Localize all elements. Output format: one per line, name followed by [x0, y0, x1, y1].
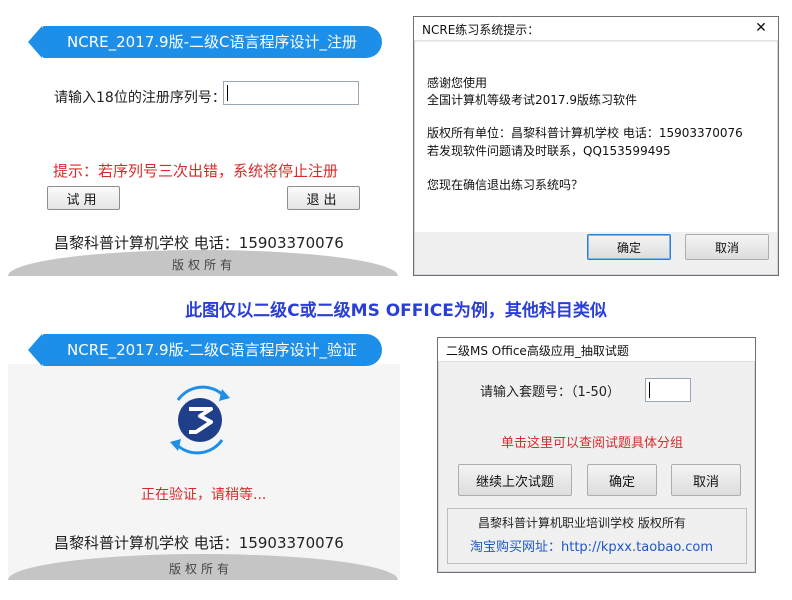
office-dialog-title: 二级MS Office高级应用_抽取试题 — [446, 344, 629, 358]
verify-panel: NCRE_2017.9版-二级C语言程序设计_验证 正在验证，请稍等... 昌黎… — [0, 320, 400, 600]
verify-title-ribbon: NCRE_2017.9版-二级C语言程序设计_验证 — [28, 334, 382, 366]
register-title: NCRE_2017.9版-二级C语言程序设计_注册 — [67, 33, 357, 51]
set-number-caret — [649, 382, 650, 398]
exit-button[interactable]: 退出 — [287, 186, 360, 210]
verify-logo-icon — [170, 385, 230, 455]
trial-button[interactable]: 试用 — [47, 186, 120, 210]
verify-title: NCRE_2017.9版-二级C语言程序设计_验证 — [67, 341, 357, 359]
serial-prompt-label: 请输入18位的注册序列号： — [54, 90, 226, 106]
exit-dialog-line: 您现在确信退出练习系统吗？ — [427, 178, 584, 192]
continue-last-button[interactable]: 继续上次试题 — [458, 464, 572, 496]
office-dialog-titlebar: 二级MS Office高级应用_抽取试题 — [438, 338, 755, 362]
exit-dialog-title: NCRE练习系统提示： — [422, 23, 540, 37]
register-title-ribbon: NCRE_2017.9版-二级C语言程序设计_注册 — [28, 26, 382, 58]
exit-dialog-ok-button[interactable]: 确定 — [587, 234, 671, 260]
verify-rights: 版权所有 — [169, 562, 234, 576]
exit-dialog-line: 版权所有单位：昌黎科普计算机学校 电话：15903370076 — [427, 126, 743, 140]
register-warning: 提示：若序列号三次出错，系统将停止注册 — [53, 162, 339, 180]
exit-dialog-cancel-button[interactable]: 取消 — [685, 234, 769, 260]
serial-input[interactable] — [223, 81, 359, 105]
verify-footer-contact: 昌黎科普计算机学校 电话：15903370076 — [54, 534, 344, 552]
office-cancel-button[interactable]: 取消 — [671, 464, 741, 496]
set-number-prompt: 请输入套题号：（1-50） — [480, 385, 621, 400]
register-panel: NCRE_2017.9版-二级C语言程序设计_注册 请输入18位的注册序列号： … — [0, 0, 400, 285]
caption-text: 此图仅以二级C或二级MS OFFICE为例，其他科目类似 — [185, 301, 607, 321]
exit-dialog-message-area: 感谢您使用 全国计算机等级考试2017.9版练习软件 版权所有单位：昌黎科普计算… — [415, 42, 777, 232]
register-rights: 版权所有 — [172, 258, 237, 272]
view-groups-link[interactable]: 单击这里可以查阅试题具体分组 — [501, 432, 683, 451]
office-footer-shop-link[interactable]: 淘宝购买网址：http://kpxx.taobao.com — [470, 536, 713, 555]
office-extract-dialog: 二级MS Office高级应用_抽取试题 请输入套题号：（1-50） 单击这里可… — [437, 337, 756, 573]
exit-confirm-dialog: NCRE练习系统提示： ✕ 感谢您使用 全国计算机等级考试2017.9版练习软件… — [413, 16, 779, 276]
set-number-input[interactable] — [645, 378, 691, 402]
close-icon[interactable]: ✕ — [744, 17, 778, 39]
office-footer-school: 昌黎科普计算机职业培训学校 版权所有 — [478, 516, 686, 530]
exit-dialog-titlebar: NCRE练习系统提示： ✕ — [414, 17, 778, 41]
verify-status: 正在验证，请稍等... — [141, 487, 267, 503]
office-ok-button[interactable]: 确定 — [587, 464, 657, 496]
exit-dialog-line: 若发现软件问题请及时联系，QQ153599495 — [427, 144, 671, 158]
exit-dialog-line: 感谢您使用 — [427, 76, 488, 90]
serial-input-caret — [227, 85, 228, 101]
exit-dialog-line: 全国计算机等级考试2017.9版练习软件 — [427, 93, 637, 107]
